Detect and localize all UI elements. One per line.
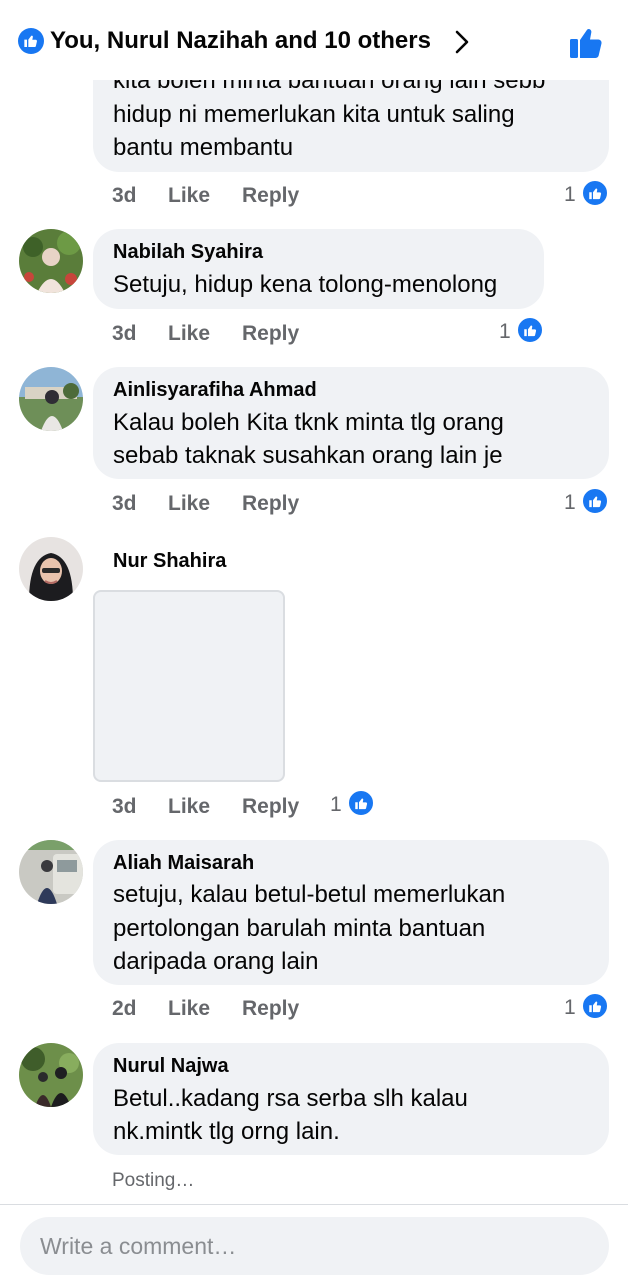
like-comment-button[interactable]: Like [168,184,210,208]
comment-text-line: sebab taknak susahkan orang lain je [113,442,503,469]
like-comment-button[interactable]: Like [168,492,210,516]
avatar[interactable] [19,537,83,601]
reply-comment-button[interactable]: Reply [242,997,299,1021]
comment-bubble: Aliah Maisarah setuju, kalau betul-betul… [93,840,609,985]
reply-comment-button[interactable]: Reply [242,322,299,346]
like-comment-button[interactable]: Like [168,997,210,1021]
comment-bubble: Nabilah Syahira Setuju, hidup kena tolon… [93,229,544,309]
comment-text-line: nk.mintk tlg orng lain. [113,1118,340,1145]
comment-time: 3d [112,322,137,345]
like-reaction-icon[interactable] [581,487,609,515]
comment-text-line: Kalau boleh Kita tknk minta tlg orang [113,409,504,436]
like-comment-button[interactable]: Like [168,795,210,819]
like-reaction-icon[interactable] [516,316,544,344]
comment-time: 3d [112,184,137,207]
reaction-count[interactable]: 1 [564,996,576,1020]
comment-bubble: Ainlisyarafiha Ahmad Kalau boleh Kita tk… [93,367,609,479]
comment-author[interactable]: Aliah Maisarah [113,852,254,875]
comment-author[interactable]: Nurul Najwa [113,1055,229,1078]
reactions-header[interactable]: You, Nurul Nazihah and 10 others [0,0,628,80]
avatar[interactable] [19,367,83,431]
reaction-count[interactable]: 1 [564,491,576,515]
avatar[interactable] [19,1043,83,1107]
posting-status: Posting… [112,1170,195,1191]
reactions-summary[interactable]: You, Nurul Nazihah and 10 others [50,27,431,55]
comment-text-line: bantu membantu [113,134,294,161]
comment-composer [0,1204,628,1280]
comment-text-line: Betul..kadang rsa serba slh kalau [113,1085,468,1112]
chevron-right-icon[interactable] [452,28,472,56]
comment-text-line: Setuju, hidup kena tolong-menolong [113,271,498,298]
like-comment-button[interactable]: Like [168,322,210,346]
comment-author[interactable]: Ainlisyarafiha Ahmad [113,379,317,402]
comment-time: 2d [112,997,137,1020]
reaction-count[interactable]: 1 [499,320,511,344]
comment-author[interactable]: Nabilah Syahira [113,241,263,264]
like-reaction-icon[interactable] [347,789,375,817]
like-button-icon[interactable] [566,22,606,62]
reaction-count[interactable]: 1 [330,793,342,817]
comment-author[interactable]: Nur Shahira [113,550,226,573]
reply-comment-button[interactable]: Reply [242,795,299,819]
reply-comment-button[interactable]: Reply [242,184,299,208]
comment-time: 3d [112,795,137,818]
comment-input[interactable] [20,1217,609,1275]
comment-text-line: pertolongan barulah minta bantuan [113,915,486,942]
comment-bubble: Nurul Najwa Betul..kadang rsa serba slh … [93,1043,609,1155]
comment-text-line: daripada orang lain [113,948,319,975]
like-reaction-icon [18,28,44,54]
comment-text-line: setuju, kalau betul-betul memerlukan [113,881,506,908]
comment-text-line: hidup ni memerlukan kita untuk saling [113,101,515,128]
reply-comment-button[interactable]: Reply [242,492,299,516]
reaction-count[interactable]: 1 [564,183,576,207]
avatar[interactable] [19,840,83,904]
comment-time: 3d [112,492,137,515]
avatar[interactable] [19,229,83,293]
like-reaction-icon[interactable] [581,179,609,207]
like-reaction-icon[interactable] [581,992,609,1020]
comment-sticker-image [93,590,285,782]
